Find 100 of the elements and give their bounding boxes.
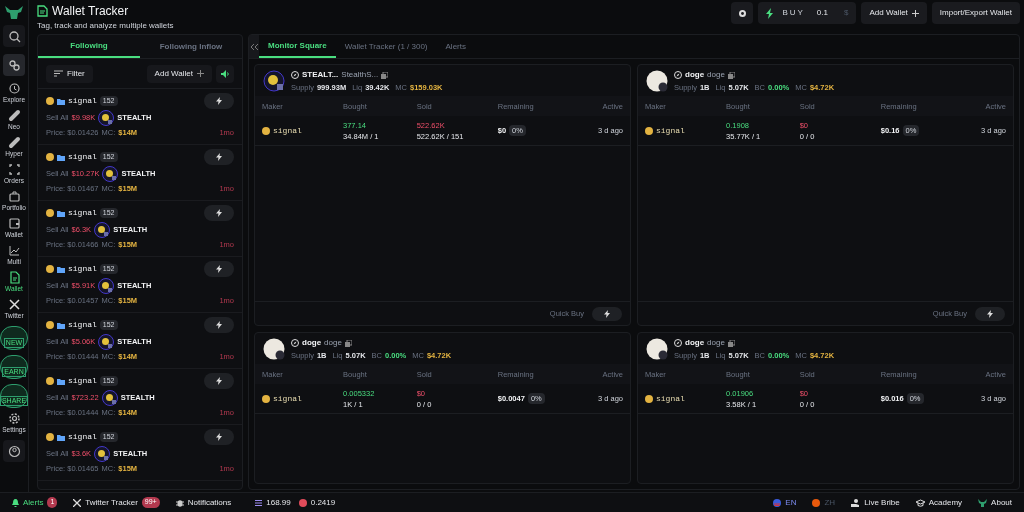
main-tab[interactable]: Wallet Tracker (1 / 300) [335, 35, 437, 58]
maker-name[interactable]: signal [656, 392, 685, 405]
speaker-icon [220, 69, 230, 78]
maker-name[interactable]: signal [656, 124, 685, 137]
x-logo-icon [7, 298, 21, 311]
main-tab[interactable]: Alerts [436, 35, 475, 58]
bell-icon [12, 498, 19, 507]
folder-icon [57, 433, 65, 441]
quick-buy-button[interactable] [204, 93, 234, 109]
lightning-icon [604, 309, 610, 318]
lightning-icon [216, 265, 222, 273]
token-name: StealthS... [341, 69, 379, 81]
add-wallet-button[interactable]: Add Wallet [861, 2, 927, 24]
folder-icon [57, 321, 65, 329]
token-avatar-icon [102, 166, 119, 182]
emoji-icon [46, 321, 54, 329]
compass-icon [291, 71, 299, 79]
wallet-name[interactable]: signal [68, 95, 97, 107]
history-icon [7, 82, 21, 95]
compass-icon [674, 339, 682, 347]
emoji-icon [645, 126, 653, 135]
lightning-icon [987, 309, 993, 318]
lightning-icon [216, 153, 222, 161]
copy-icon[interactable] [344, 339, 352, 347]
wallet-name[interactable]: signal [68, 263, 97, 275]
search-button[interactable] [3, 25, 25, 47]
quick-buy-button[interactable] [592, 306, 622, 321]
pill-icon [7, 136, 21, 149]
briefcase-icon [7, 190, 21, 203]
x-logo-icon [73, 498, 82, 507]
add-wallet-button[interactable]: Add Wallet [146, 64, 212, 83]
folder-icon [57, 377, 65, 385]
import-export-button[interactable]: Import/Export Wallet [931, 2, 1020, 24]
emoji-icon [46, 153, 54, 161]
maker-name[interactable]: signal [273, 124, 302, 137]
token-avatar-icon [94, 446, 111, 462]
settings-icon [736, 7, 748, 19]
filter-button[interactable]: Filter [46, 64, 93, 83]
token-name: doge [707, 69, 725, 81]
feed-tab[interactable]: Following Inflow [140, 35, 242, 58]
stack-icon [255, 499, 263, 506]
token-avatar-icon [646, 338, 668, 361]
wallet-name[interactable]: signal [68, 431, 97, 443]
quick-buy-button[interactable] [204, 317, 234, 333]
quick-buy-button[interactable] [975, 306, 1005, 321]
lightning-icon [216, 377, 222, 385]
user-button[interactable] [3, 440, 25, 462]
token-avatar-icon [98, 334, 115, 350]
emoji-icon [262, 126, 270, 135]
footer-link[interactable]: About [978, 496, 1012, 509]
chart-icon [7, 244, 21, 257]
sound-button[interactable] [216, 64, 234, 83]
wallet-name[interactable]: signal [68, 151, 97, 163]
copy-icon[interactable] [727, 71, 735, 79]
page-title: Wallet Tracker [52, 3, 129, 20]
wallet-name[interactable]: signal [68, 375, 97, 387]
frame-icon [7, 163, 21, 176]
flag-icon [773, 498, 782, 507]
footer-link[interactable]: Live Bribe [851, 496, 900, 509]
language-option[interactable]: EN [773, 496, 797, 509]
buy-control[interactable]: BUY 0.1 $ [758, 2, 857, 24]
token-symbol: STEALT... [302, 69, 339, 81]
copy-icon[interactable] [727, 339, 735, 347]
user-icon [7, 444, 21, 458]
quick-buy-button[interactable] [204, 149, 234, 165]
flag-icon [812, 498, 821, 507]
main-tab[interactable]: Monitor Square [259, 35, 336, 58]
quick-buy-button[interactable] [204, 261, 234, 277]
coin-icon [298, 498, 307, 507]
wallet-name[interactable]: signal [68, 207, 97, 219]
notifications-button[interactable]: Notifications [175, 496, 232, 509]
amount-value: 0.1 [816, 7, 828, 19]
bull-icon [978, 498, 988, 507]
emoji-icon [46, 97, 54, 105]
quick-buy-button[interactable] [204, 205, 234, 221]
folder-icon [57, 153, 65, 161]
emoji-icon [46, 209, 54, 217]
token-avatar-icon [263, 338, 285, 361]
lightning-icon [216, 97, 222, 105]
copy-icon[interactable] [381, 71, 389, 79]
token-symbol: doge [685, 337, 705, 349]
lightning-icon [216, 209, 222, 217]
link-button[interactable] [3, 54, 25, 76]
emoji-icon [262, 394, 270, 403]
maker-name[interactable]: signal [273, 392, 302, 405]
wallet-name[interactable]: signal [68, 319, 97, 331]
feed-tab[interactable]: Following [38, 35, 140, 58]
collapse-button[interactable] [249, 35, 259, 58]
quick-buy-button[interactable] [204, 429, 234, 445]
quick-buy-button[interactable] [204, 373, 234, 389]
settings-button[interactable] [731, 2, 754, 24]
token-avatar-icon [101, 390, 118, 406]
document-icon [7, 271, 21, 284]
folder-icon [57, 209, 65, 217]
lightning-icon [766, 7, 775, 19]
token-avatar-icon [98, 110, 115, 126]
footer-link[interactable]: Academy [915, 496, 963, 509]
buy-label: BUY [782, 7, 805, 19]
token-name: doge [324, 337, 342, 349]
compass-icon [291, 339, 299, 347]
